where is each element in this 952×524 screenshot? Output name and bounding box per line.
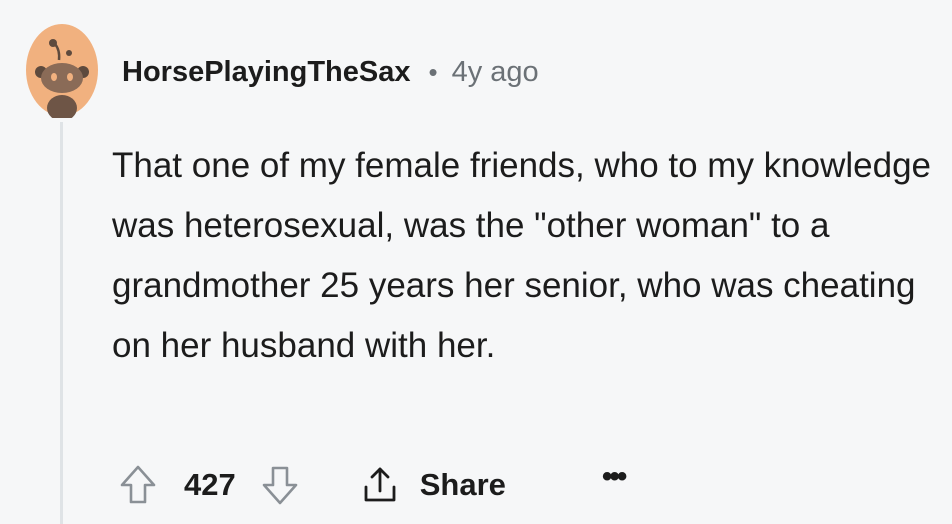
share-label: Share	[419, 467, 506, 502]
more-options-icon[interactable]: •••	[602, 460, 627, 494]
snoo-avatar-icon	[26, 24, 98, 118]
thread-line	[60, 122, 63, 524]
timestamp[interactable]: 4y ago	[452, 56, 539, 89]
share-button[interactable]: Share	[360, 463, 506, 507]
downvote-arrow-icon[interactable]	[260, 463, 300, 507]
avatar[interactable]	[25, 22, 99, 118]
comment-actions: 427 Share •••	[118, 458, 627, 512]
meta-separator: •	[428, 56, 438, 87]
vote-score: 427	[184, 467, 236, 502]
comment-body: That one of my female friends, who to my…	[112, 146, 932, 365]
comment-meta: HorsePlayingTheSax • 4y ago	[122, 52, 539, 92]
upvote-arrow-icon[interactable]	[118, 463, 158, 507]
share-icon	[360, 463, 400, 507]
username[interactable]: HorsePlayingTheSax	[122, 56, 411, 89]
